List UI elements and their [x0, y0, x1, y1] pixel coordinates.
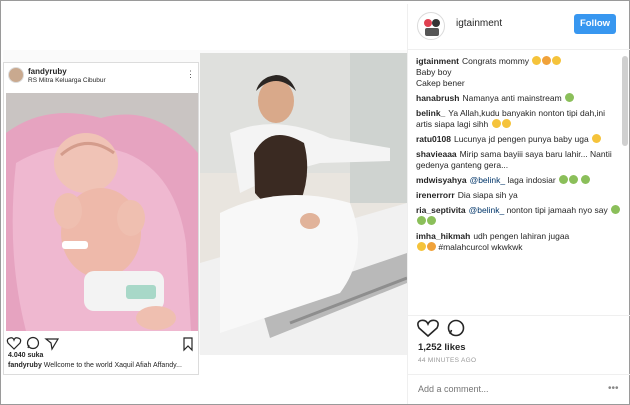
embedded-caption-text: Wellcome to the world Xaquil Afiah Affan…	[43, 362, 182, 369]
heart-icon	[6, 337, 22, 350]
embedded-post-header: fandyruby RS Mitra Keluarga Cibubur ⋮	[4, 63, 200, 93]
comment-mention[interactable]: @belink_	[469, 205, 505, 215]
post-actions	[408, 315, 630, 339]
post-sidebar: igtainment Follow igtainment Congrats mom…	[407, 4, 630, 404]
share-icon	[44, 338, 60, 351]
comment-text: Namanya anti mainstream	[462, 93, 562, 103]
comment-bar: •••	[408, 374, 630, 404]
embedded-caption-user: fandyruby	[8, 362, 42, 369]
comment-user[interactable]: mdwisyahya	[416, 175, 467, 185]
comment-user[interactable]: irenerrorr	[416, 190, 455, 200]
embedded-location: RS Mitra Keluarga Cibubur	[28, 77, 106, 84]
emoji-icon	[542, 56, 552, 65]
comment-text: udh pengen lahiran jugaa	[473, 231, 570, 241]
comment-user[interactable]: hanabrush	[416, 93, 459, 103]
comment-mention[interactable]: @belink_	[470, 175, 506, 185]
heart-icon[interactable]	[417, 319, 439, 338]
list-item: igtainment Congrats mommy Baby boy Cakep …	[416, 56, 622, 89]
list-item: hanabrush Namanya anti mainstream	[416, 93, 622, 104]
emoji-icon	[592, 134, 602, 143]
emoji-icon	[417, 216, 426, 225]
list-item: imha_hikmah udh pengen lahiran jugaa #mal…	[416, 231, 622, 253]
list-item: mdwisyahya @belink_ laga indosiar	[416, 175, 622, 186]
bookmark-icon	[183, 337, 193, 352]
list-item: ratu0108 Lucunya jd pengen punya baby uga	[416, 134, 622, 145]
comment-list: igtainment Congrats mommy Baby boy Cakep …	[416, 56, 622, 315]
emoji-icon	[501, 119, 511, 128]
embedded-caption: fandyruby Wellcome to the world Xaquil A…	[8, 361, 196, 370]
emoji-icon	[552, 56, 562, 65]
embedded-likes: 4.040 suka	[8, 352, 44, 359]
comment-text: laga indosiar	[507, 175, 556, 185]
comment-user[interactable]: imha_hikmah	[416, 231, 470, 241]
comment-text: nonton tipi jamaah nyo say	[506, 205, 608, 215]
comment-input[interactable]	[418, 384, 578, 394]
comment-user[interactable]: igtainment	[416, 56, 459, 66]
likes-count[interactable]: 1,252 likes	[418, 342, 466, 353]
emoji-icon	[569, 175, 579, 184]
emoji-icon	[565, 93, 575, 102]
avatar[interactable]	[417, 12, 445, 40]
comment-user[interactable]: ria_septivita	[416, 205, 466, 215]
list-item: belink_ Ya Allah,kudu banyakin nonton tip…	[416, 108, 622, 130]
emoji-icon	[417, 242, 426, 251]
emoji-icon	[427, 216, 436, 225]
comment-scrollbar[interactable]	[622, 56, 628, 146]
comment-text: Baby boy	[416, 67, 452, 77]
comment-user[interactable]: belink_	[416, 108, 445, 118]
emoji-icon	[427, 242, 436, 251]
comment-text: Dia siapa sih ya	[457, 190, 518, 200]
list-item: ria_septivita @belink_ nonton tipi jamaah…	[416, 205, 622, 227]
emoji-icon	[559, 175, 569, 184]
comment-icon[interactable]	[447, 319, 465, 337]
comment-text: Lucunya jd pengen punya baby uga	[453, 134, 589, 144]
post-username[interactable]: igtainment	[456, 18, 502, 29]
emoji-icon	[491, 119, 501, 128]
emoji-icon	[611, 205, 621, 214]
embedded-actions	[4, 335, 200, 353]
more-icon: ⋮	[186, 69, 195, 79]
embedded-avatar	[8, 67, 24, 83]
comment-text: Congrats mommy	[461, 56, 530, 66]
comment-text: Cakep bener	[416, 78, 465, 88]
follow-button[interactable]: Follow	[574, 14, 616, 34]
comment-user[interactable]: shavieaaa	[416, 149, 457, 159]
embedded-username: fandyruby	[28, 67, 67, 76]
comment-text: #malahcurcol wkwkwk	[438, 242, 523, 252]
couple-photo	[200, 53, 407, 355]
more-icon[interactable]: •••	[608, 383, 619, 394]
comment-icon	[26, 336, 40, 350]
comment-user[interactable]: ratu0108	[416, 134, 451, 144]
post-media: fandyruby RS Mitra Keluarga Cibubur ⋮ 4.…	[3, 4, 407, 404]
post-window: fandyruby RS Mitra Keluarga Cibubur ⋮ 4.…	[0, 0, 630, 405]
emoji-icon	[581, 175, 591, 184]
post-header: igtainment Follow	[408, 4, 630, 50]
post-timestamp: 44 MINUTES AGO	[418, 357, 477, 364]
emoji-icon	[532, 56, 542, 65]
embedded-post-card: fandyruby RS Mitra Keluarga Cibubur ⋮ 4.…	[3, 62, 199, 375]
list-item: irenerrorr Dia siapa sih ya	[416, 190, 622, 201]
baby-photo	[6, 93, 198, 331]
list-item: shavieaaa Mirip sama bayiii saya baru lah…	[416, 149, 622, 171]
